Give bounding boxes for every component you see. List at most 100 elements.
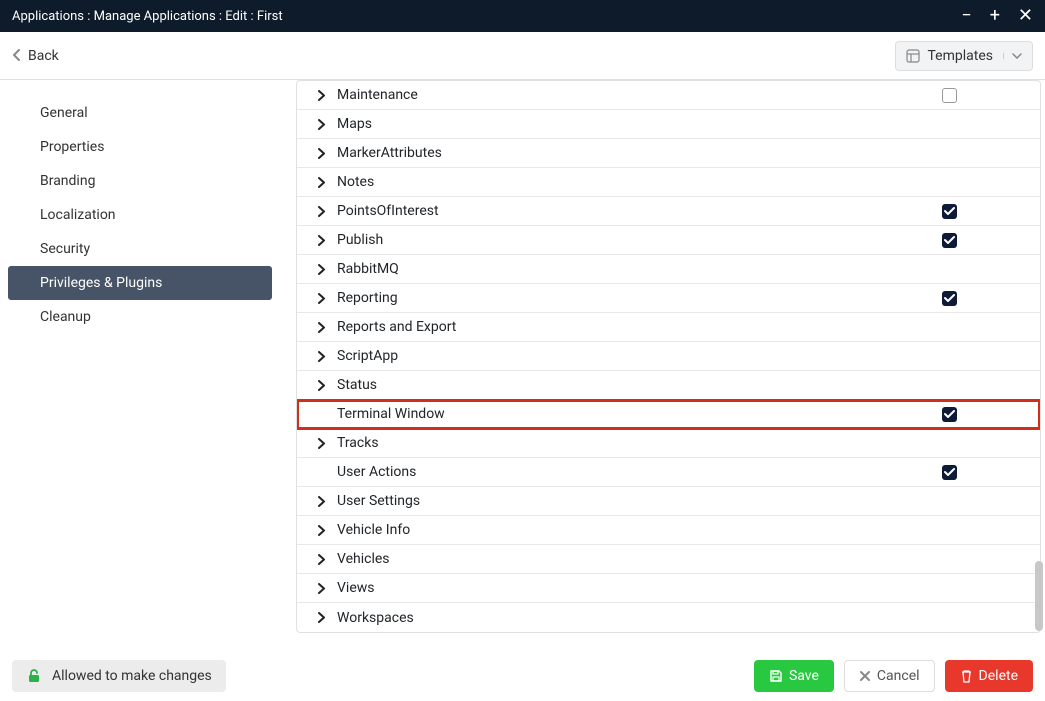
scrollbar-thumb[interactable] (1035, 561, 1043, 631)
checkbox-checked[interactable] (942, 465, 957, 480)
back-label: Back (28, 48, 59, 64)
checkbox-cell (942, 88, 1032, 103)
trash-icon (960, 669, 973, 683)
allowed-chip[interactable]: Allowed to make changes (12, 660, 226, 692)
chevron-right-icon[interactable] (309, 554, 333, 565)
privilege-row[interactable]: Maps (297, 110, 1040, 139)
save-label: Save (789, 668, 819, 684)
sidebar-item-label: Privileges & Plugins (40, 275, 162, 291)
chevron-right-icon[interactable] (309, 90, 333, 101)
footer: Allowed to make changes Save Cancel Dele… (0, 651, 1045, 701)
sidebar-item-security[interactable]: Security (8, 232, 272, 266)
sidebar-item-branding[interactable]: Branding (8, 164, 272, 198)
scrollbar-track[interactable] (1035, 80, 1043, 651)
chevron-right-icon[interactable] (309, 177, 333, 188)
privilege-label: Notes (333, 174, 942, 190)
sidebar-item-label: Security (40, 241, 90, 257)
privilege-row[interactable]: Maintenance (297, 81, 1040, 110)
checkbox-checked[interactable] (942, 407, 957, 422)
privilege-row[interactable]: Publish (297, 226, 1040, 255)
sidebar-item-cleanup[interactable]: Cleanup (8, 300, 272, 334)
privilege-row[interactable]: Terminal Window (297, 400, 1040, 429)
privilege-label: Views (333, 580, 942, 596)
chevron-right-icon[interactable] (309, 264, 333, 275)
sidebar-item-general[interactable]: General (8, 96, 272, 130)
privilege-label: User Settings (333, 493, 942, 509)
chevron-right-icon[interactable] (309, 322, 333, 333)
privilege-row[interactable]: Notes (297, 168, 1040, 197)
privilege-row[interactable]: Vehicles (297, 545, 1040, 574)
chevron-right-icon[interactable] (309, 148, 333, 159)
close-icon[interactable]: ✕ (1018, 7, 1033, 25)
minimize-icon[interactable]: − (961, 7, 971, 25)
privilege-row[interactable]: RabbitMQ (297, 255, 1040, 284)
chevron-right-icon[interactable] (309, 380, 333, 391)
checkbox-checked[interactable] (942, 233, 957, 248)
save-button[interactable]: Save (754, 660, 834, 692)
privilege-row[interactable]: User Actions (297, 458, 1040, 487)
titlebar: Applications : Manage Applications : Edi… (0, 0, 1045, 32)
sidebar-item-properties[interactable]: Properties (8, 130, 272, 164)
checkbox-cell (942, 233, 1032, 248)
privilege-row[interactable]: PointsOfInterest (297, 197, 1040, 226)
privilege-row[interactable]: User Settings (297, 487, 1040, 516)
chevron-right-icon[interactable] (309, 612, 333, 623)
delete-button[interactable]: Delete (945, 660, 1033, 692)
main-panel: Maintenance MapsMarkerAttributes Notes Poin… (280, 80, 1045, 651)
add-icon[interactable]: + (990, 7, 1000, 25)
privilege-label: Reporting (333, 290, 942, 306)
footer-actions: Save Cancel Delete (754, 660, 1033, 692)
privileges-list: Maintenance MapsMarkerAttributes Notes Poin… (296, 80, 1041, 633)
chevron-right-icon[interactable] (309, 351, 333, 362)
privilege-label: Status (333, 377, 942, 393)
checkbox-cell (942, 407, 1032, 422)
privilege-row[interactable]: Tracks (297, 429, 1040, 458)
sidebar-item-privileges-plugins[interactable]: Privileges & Plugins (8, 266, 272, 300)
unlock-icon (26, 668, 42, 684)
privilege-row[interactable]: Reporting (297, 284, 1040, 313)
privilege-row[interactable]: Vehicle Info (297, 516, 1040, 545)
chevron-right-icon[interactable] (309, 583, 333, 594)
privilege-row[interactable]: Status (297, 371, 1040, 400)
templates-button[interactable]: Templates (895, 41, 1034, 71)
sidebar-item-localization[interactable]: Localization (8, 198, 272, 232)
privilege-label: Vehicle Info (333, 522, 942, 538)
sidebar-item-label: Branding (40, 173, 95, 189)
privilege-label: Maintenance (333, 87, 942, 103)
titlebar-breadcrumb: Applications : Manage Applications : Edi… (12, 9, 961, 24)
sidebar-item-label: Localization (40, 207, 116, 223)
privilege-label: ScriptApp (333, 348, 942, 364)
privilege-row[interactable]: Reports and Export (297, 313, 1040, 342)
chevron-right-icon[interactable] (309, 293, 333, 304)
chevron-right-icon[interactable] (309, 235, 333, 246)
allowed-label: Allowed to make changes (52, 668, 212, 684)
checkbox-checked[interactable] (942, 291, 957, 306)
cancel-icon (859, 670, 871, 682)
content-area: General Properties Branding Localization Sec… (0, 80, 1045, 651)
chevron-right-icon[interactable] (309, 438, 333, 449)
back-button[interactable]: Back (12, 48, 59, 64)
sidebar-item-label: Cleanup (40, 309, 91, 325)
privilege-row[interactable]: MarkerAttributes (297, 139, 1040, 168)
privilege-label: PointsOfInterest (333, 203, 942, 219)
chevron-right-icon[interactable] (309, 496, 333, 507)
cancel-label: Cancel (877, 668, 920, 684)
cancel-button[interactable]: Cancel (844, 660, 935, 692)
privilege-label: Vehicles (333, 551, 942, 567)
sidebar-item-label: General (40, 105, 88, 121)
privilege-row[interactable]: Workspaces (297, 603, 1040, 632)
templates-label: Templates (928, 48, 994, 64)
chevron-right-icon[interactable] (309, 525, 333, 536)
privilege-label: Terminal Window (333, 406, 942, 422)
subheader: Back Templates (0, 32, 1045, 80)
checkbox-cell (942, 204, 1032, 219)
chevron-right-icon[interactable] (309, 206, 333, 217)
checkbox-checked[interactable] (942, 204, 957, 219)
privilege-row[interactable]: ScriptApp (297, 342, 1040, 371)
chevron-right-icon[interactable] (309, 119, 333, 130)
checkbox-unchecked[interactable] (942, 88, 957, 103)
privilege-label: User Actions (333, 464, 942, 480)
privilege-row[interactable]: Views (297, 574, 1040, 603)
delete-label: Delete (979, 668, 1018, 684)
save-icon (769, 669, 783, 683)
